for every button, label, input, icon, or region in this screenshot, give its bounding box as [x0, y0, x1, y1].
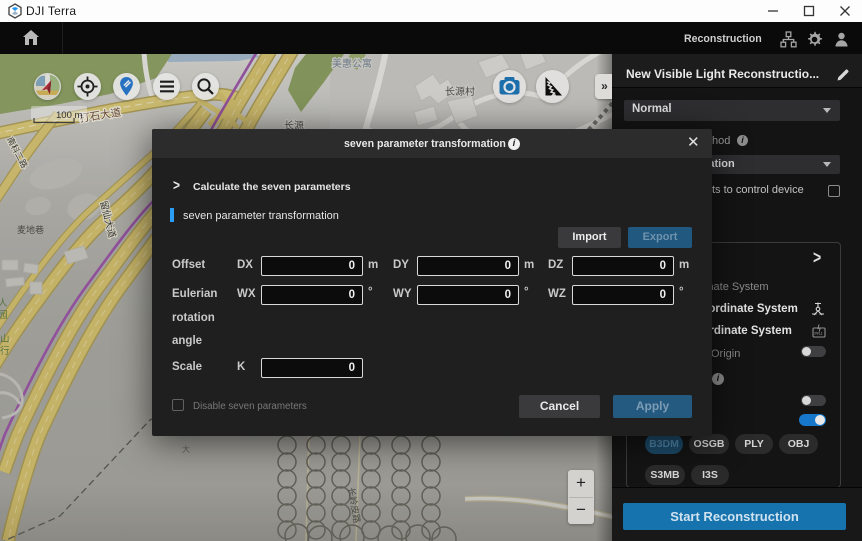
svg-text:PRJ: PRJ [814, 331, 822, 336]
